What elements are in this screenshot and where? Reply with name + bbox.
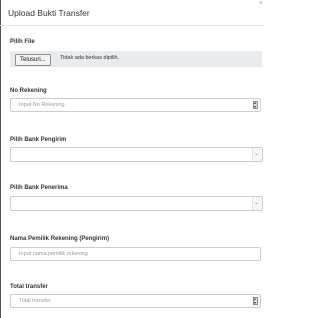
chevron-down-icon: ⌄: [254, 151, 260, 157]
total-transfer-label: Total transfer: [10, 284, 48, 290]
modal-header: Upload Bukti Transfer ×: [0, 0, 264, 26]
window-left-border: [0, 0, 1, 318]
bank-pengirim-label: Pilih Bank Pengirim: [10, 137, 67, 143]
modal-title: Upload Bukti Transfer: [8, 8, 90, 18]
nama-pemilik-label: Nama Pemilik Rekening (Pengirim): [10, 236, 110, 242]
number-spinner-icon[interactable]: [253, 101, 258, 109]
file-status-text: Tidak ada berkas dipilih.: [60, 55, 120, 61]
bank-pengirim-select[interactable]: ⌄: [10, 147, 263, 162]
bank-pengirim-dropdown-toggle[interactable]: ⌄: [252, 148, 262, 161]
no-rekening-label: No Rekening: [10, 88, 47, 94]
number-spinner-icon[interactable]: [253, 297, 258, 305]
nama-pemilik-input[interactable]: [11, 248, 249, 260]
browse-file-button[interactable]: Telusuri...: [15, 54, 51, 66]
no-rekening-field: [10, 98, 261, 112]
header-divider: [0, 25, 264, 26]
no-rekening-input[interactable]: [11, 99, 249, 111]
total-transfer-input[interactable]: [11, 295, 249, 307]
nama-pemilik-field: [10, 247, 261, 261]
bank-penerima-label: Pilih Bank Penerima: [10, 185, 68, 191]
bank-penerima-select[interactable]: ⌄: [10, 196, 263, 211]
chevron-down-icon: ⌄: [254, 200, 260, 206]
file-label: Pilih File: [10, 39, 35, 45]
bank-penerima-dropdown-toggle[interactable]: ⌄: [252, 197, 262, 210]
total-transfer-field: [10, 294, 261, 308]
close-icon[interactable]: ×: [259, 0, 263, 8]
